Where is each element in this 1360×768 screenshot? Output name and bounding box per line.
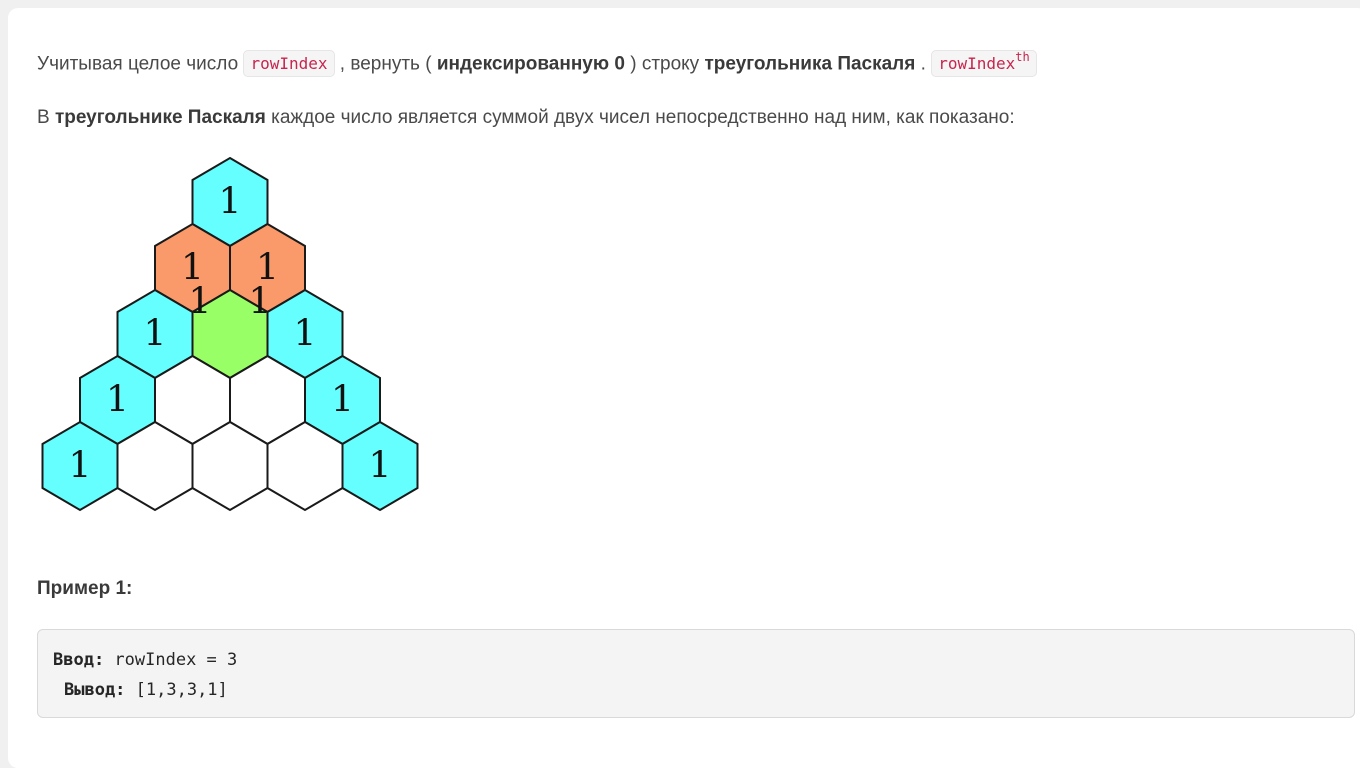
- example-input-line: Ввод: rowIndex = 3: [53, 650, 237, 670]
- hex-label-r3-c3: 1: [331, 380, 354, 421]
- code-text: rowIndex: [938, 54, 1016, 74]
- bold-text-zero-indexed: индексированную 0: [436, 53, 625, 75]
- hex-label-r2-c0: 1: [144, 314, 167, 355]
- overlay-label-right: 1: [249, 282, 272, 323]
- example-output-line: Вывод: [1,3,3,1]: [64, 680, 228, 700]
- explanation-text: каждое число является суммой двух чисел …: [265, 107, 1015, 128]
- inline-code-rowindex: rowIndex: [243, 50, 335, 78]
- input-label: Ввод:: [53, 650, 105, 670]
- output-label: Вывод:: [64, 680, 126, 700]
- input-value: rowIndex = 3: [104, 650, 238, 670]
- example-1-code-block: Ввод: rowIndex = 3 Вывод: [1,3,3,1]: [37, 629, 1355, 718]
- statement-text: ) строку: [624, 53, 705, 75]
- explanation-text: В: [37, 107, 55, 128]
- hex-label-r4-c4: 1: [369, 446, 392, 487]
- hex-label-r2-c2: 1: [294, 314, 317, 355]
- superscript-th: th: [1015, 50, 1030, 64]
- pascal-explanation-paragraph: В треугольнике Паскаля каждое число явля…: [37, 103, 1015, 133]
- bold-text-pascal-triangle: треугольнике Паскаля: [54, 107, 266, 128]
- hex-label-r3-c0: 1: [106, 380, 129, 421]
- bold-text-pascal-triangle: треугольника Паскаля: [704, 53, 916, 75]
- hex-label-r4-c0: 1: [69, 446, 92, 487]
- overlay-label-left: 1: [189, 282, 212, 323]
- problem-statement-paragraph: Учитывая целое число rowIndex , вернуть …: [37, 44, 1037, 79]
- pascal-triangle-figure: 11 11 11 11 11 1: [41, 156, 419, 512]
- example-1-title: Пример 1:: [37, 578, 133, 599]
- output-value: [1,3,3,1]: [125, 680, 228, 700]
- statement-text: .: [915, 53, 932, 75]
- statement-text: Учитывая целое число: [37, 53, 244, 75]
- statement-text: , вернуть (: [334, 53, 437, 75]
- inline-code-rowindex-th: rowIndexth: [931, 50, 1037, 78]
- hex-label-r0-c0: 1: [219, 182, 242, 223]
